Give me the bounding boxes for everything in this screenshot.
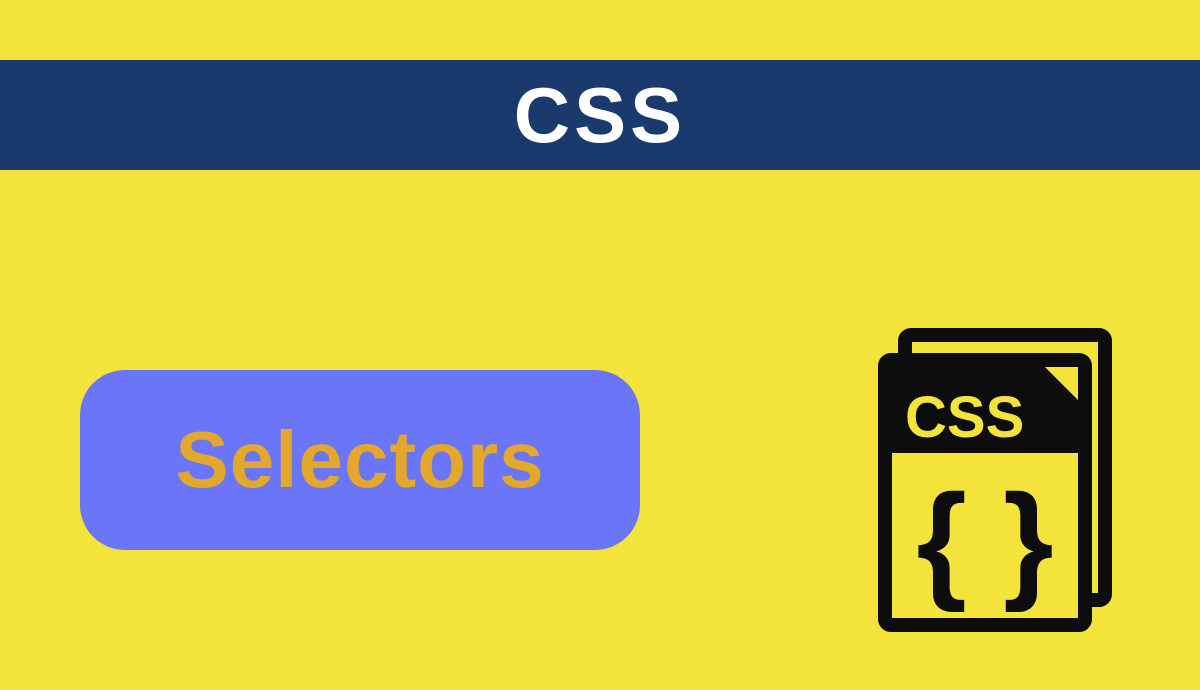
- header-title: CSS: [514, 70, 686, 161]
- icon-css-text: CSS: [905, 385, 1024, 450]
- curly-braces-icon: { }: [916, 467, 1053, 613]
- css-file-icon: CSS { }: [875, 325, 1135, 635]
- topic-pill: Selectors: [80, 370, 640, 550]
- topic-label: Selectors: [175, 414, 544, 506]
- header-band: CSS: [0, 60, 1200, 170]
